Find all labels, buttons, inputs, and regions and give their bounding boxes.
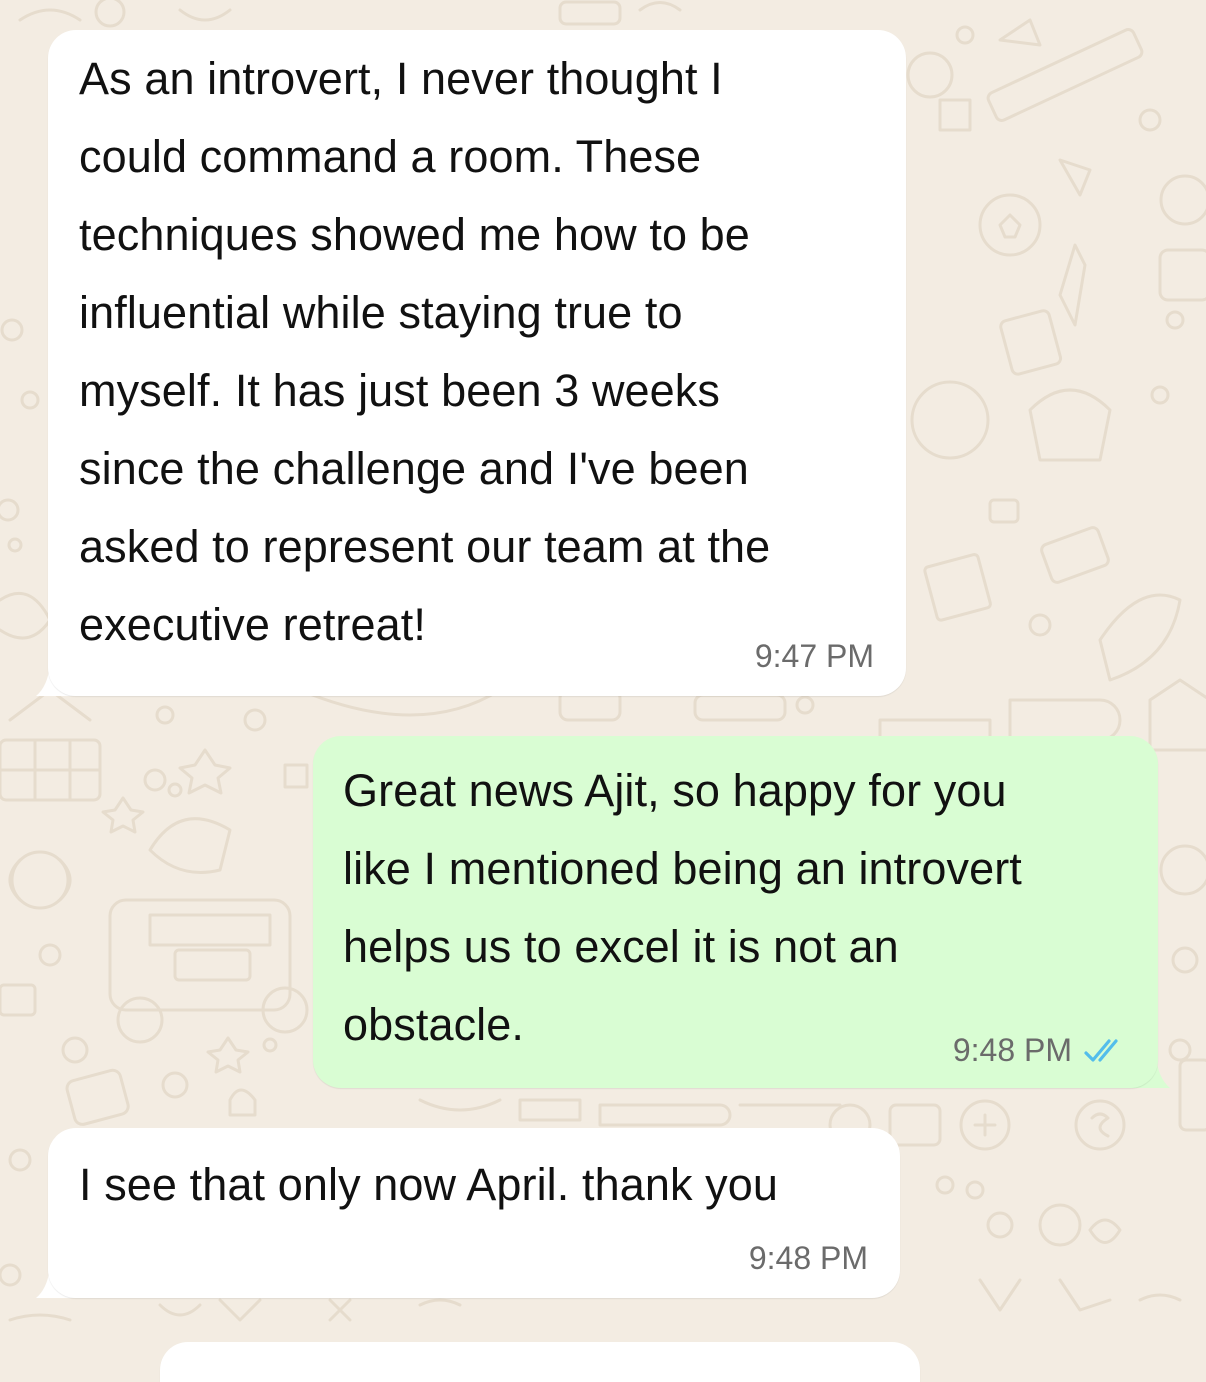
message-timestamp: 9:47 PM [754, 638, 874, 674]
message-time-label: 9:48 PM [952, 1032, 1072, 1068]
message-bubble-incoming-partial[interactable] [160, 1342, 920, 1382]
message-text: Great news Ajit, so happy for you like I… [343, 765, 1022, 1050]
message-timestamp: 9:48 PM [953, 1032, 1128, 1071]
message-timestamp: 9:48 PM [748, 1240, 868, 1276]
message-bubble-outgoing[interactable]: Great news Ajit, so happy for you like I… [313, 736, 1158, 1088]
message-bubble-incoming[interactable]: As an introvert, I never thought I could… [48, 30, 906, 696]
message-bubble-incoming[interactable]: I see that only now April. thank you 9:4… [48, 1128, 900, 1298]
message-text: As an introvert, I never thought I could… [79, 53, 771, 650]
message-text: I see that only now April. thank you [79, 1159, 779, 1210]
double-check-icon [1084, 1034, 1128, 1071]
